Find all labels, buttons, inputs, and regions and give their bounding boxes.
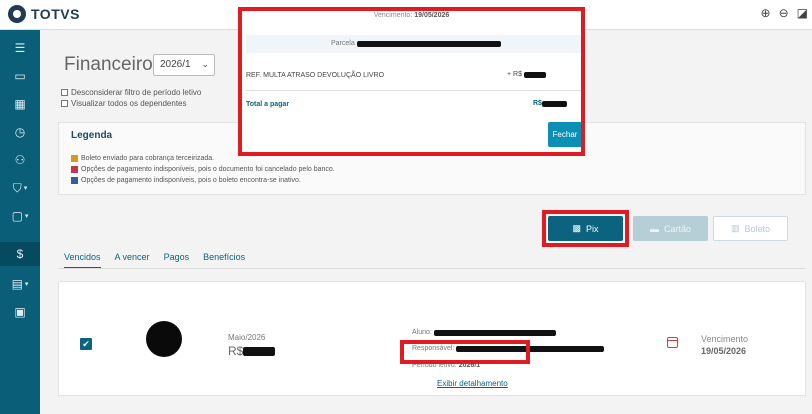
checkbox-label: Desconsiderar filtro de período letivo <box>71 88 202 97</box>
legend-text: Opções de pagamento indisponíveis, pois … <box>81 177 301 184</box>
card-button[interactable]: ▬ Cartão <box>633 216 708 241</box>
fee-item: REF. MULTA ATRASO DEVOLUÇÃO LIVRO <box>246 72 385 79</box>
modal-due-date: 19/05/2026 <box>414 12 450 19</box>
fee-amount: + R$ <box>507 71 546 78</box>
boleto-button[interactable]: ▥ Boleto <box>713 216 788 241</box>
credit-card-icon: ▬ <box>649 223 659 234</box>
tab-beneficios[interactable]: Benefícios <box>203 252 245 269</box>
due-label: Vencimento <box>701 334 749 344</box>
due-date: 19/05/2026 <box>701 346 747 356</box>
tab-vencidos[interactable]: Vencidos <box>64 252 101 269</box>
tab-pagos[interactable]: Pagos <box>164 252 190 269</box>
monitor-icon[interactable]: ▭ <box>0 64 40 88</box>
redacted-value <box>541 100 567 107</box>
close-button[interactable]: Fechar <box>548 122 581 147</box>
logo-text: TOTVS <box>31 6 80 22</box>
tabs-divider <box>58 268 806 269</box>
fee-prefix: + R$ <box>507 71 522 78</box>
modal-due-label: Vencimento: <box>373 12 413 19</box>
calendar-icon <box>667 337 678 348</box>
invoice-amount: R$ <box>228 344 276 358</box>
total-label: Total a pagar <box>246 101 290 108</box>
dependents-checkbox-row[interactable]: Visualizar todos os dependentes <box>61 99 187 108</box>
student-label: Aluno: <box>412 329 432 336</box>
checkbox[interactable] <box>61 89 68 96</box>
invoice-checkbox[interactable]: ✔ <box>80 338 92 350</box>
legend-item: Boleto enviado para cobrança terceirizad… <box>71 155 214 162</box>
checkbox[interactable] <box>61 100 68 107</box>
legend-swatch <box>71 177 78 184</box>
chevron-down-icon: ▾ <box>23 185 28 192</box>
total-currency: R$ <box>533 100 542 107</box>
card-label: Cartão <box>663 223 691 234</box>
invoice-month: Maio/2026 <box>228 333 266 342</box>
legend-item: Opções de pagamento indisponíveis, pois … <box>71 177 301 184</box>
redacted-value <box>523 71 546 78</box>
document-icon[interactable]: ▣ <box>0 300 40 324</box>
modal-divider <box>246 90 581 91</box>
redacted-value <box>433 329 556 336</box>
boleto-label: Boleto <box>744 223 771 234</box>
graduation-icon[interactable]: ⛉ ▾ <box>0 176 40 200</box>
grid-icon[interactable]: ▦ <box>0 92 40 116</box>
sidebar: ☰ ▭ ▦ ◷ ⚇ ⛉ ▾ ▢ ▾ $ ▤ ▾ ▣ <box>0 30 40 414</box>
chevron-down-icon: ▾ <box>24 281 29 288</box>
laptop-icon[interactable]: ▤ ▾ <box>0 272 40 296</box>
barcode-icon: ▥ <box>730 223 740 233</box>
zoom-out-icon[interactable]: ⊖ <box>779 6 789 20</box>
total-amount: R$ <box>533 100 567 107</box>
menu-icon[interactable]: ☰ <box>0 36 40 60</box>
clock-icon[interactable]: ◷ <box>0 120 40 144</box>
pix-highlight <box>542 210 629 247</box>
modal-due: Vencimento: 19/05/2026 <box>242 12 581 19</box>
chevron-down-icon: ▾ <box>24 213 29 220</box>
invoice-card: ✔ Maio/2026 R$ Aluno: Responsável: Perío… <box>58 281 806 396</box>
legend-title: Legenda <box>71 130 113 141</box>
legend-text: Opções de pagamento indisponíveis, pois … <box>81 166 335 173</box>
installment-line: Parcela <box>331 40 501 47</box>
legend-swatch <box>71 166 78 173</box>
dollar-icon[interactable]: $ <box>0 242 40 266</box>
payment-modal: Vencimento: 19/05/2026 Parcela REF. MULT… <box>238 7 585 156</box>
period-select[interactable]: 2026/1 ⌄ <box>153 54 215 76</box>
chevron-down-icon: ⌄ <box>201 59 209 69</box>
details-highlight <box>400 340 530 364</box>
legend-swatch <box>71 155 78 162</box>
filter-checkbox-row[interactable]: Desconsiderar filtro de período letivo <box>61 88 201 97</box>
user-add-icon[interactable]: ⚇ <box>0 148 40 172</box>
installment-label: Parcela <box>331 40 355 47</box>
clipboard-icon[interactable]: ▢ ▾ <box>0 204 40 228</box>
checkbox-label: Visualizar todos os dependentes <box>71 99 187 108</box>
fullscreen-icon[interactable]: ◪ <box>797 6 808 20</box>
student-line: Aluno: <box>412 329 556 336</box>
details-link[interactable]: Exibir detalhamento <box>437 379 508 388</box>
top-toolbar: ⊕ ⊖ ◪ <box>761 6 808 20</box>
tabs: Vencidos A vencer Pagos Benefícios <box>64 252 245 269</box>
page-title: Financeiro: <box>64 54 158 75</box>
zoom-in-icon[interactable]: ⊕ <box>761 6 771 20</box>
currency: R$ <box>228 344 244 358</box>
totvs-logo-icon <box>8 5 26 23</box>
avatar <box>146 321 182 357</box>
installment-bar: Parcela <box>246 35 581 53</box>
legend-item: Opções de pagamento indisponíveis, pois … <box>71 166 335 173</box>
period-value: 2026/1 <box>160 59 191 70</box>
logo: TOTVS <box>8 5 80 23</box>
legend-text: Boleto enviado para cobrança terceirizad… <box>81 155 215 162</box>
tab-a-vencer[interactable]: A vencer <box>115 252 150 269</box>
redacted-value <box>243 346 276 356</box>
redacted-value <box>356 40 501 47</box>
